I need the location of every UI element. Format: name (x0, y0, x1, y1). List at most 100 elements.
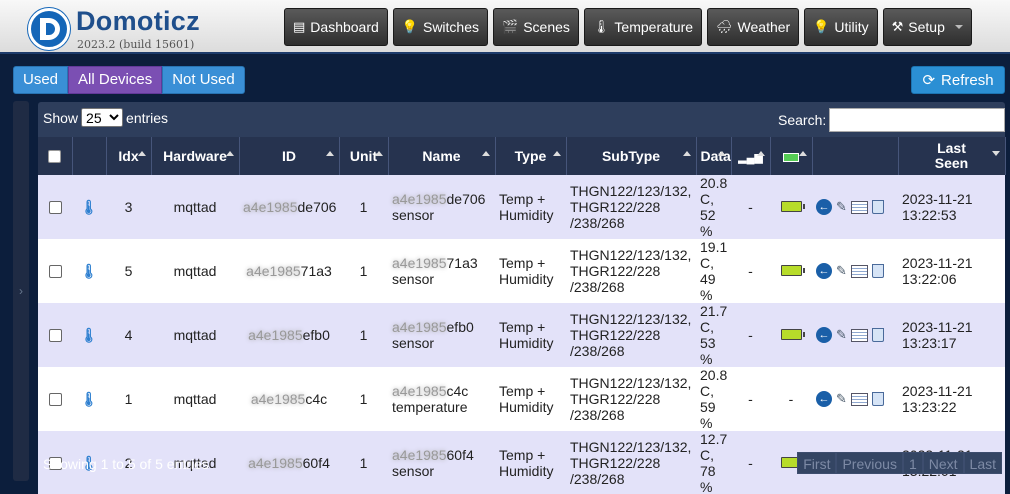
pager-next-button[interactable]: Next (922, 452, 964, 474)
pager-last-button[interactable]: Last (963, 452, 1002, 474)
nav-utility-button[interactable]: 💡 Utility (804, 8, 878, 46)
type-line-2: Humidity (499, 271, 554, 287)
last-seen-header[interactable]: Last Seen (898, 137, 1006, 175)
nav-label: Weather (737, 19, 791, 35)
data-line-2: C, 49 (700, 255, 716, 287)
delete-icon[interactable] (871, 392, 884, 406)
actions-cell: ←✎ (812, 239, 898, 303)
thermometer-icon: 🌡 (80, 199, 98, 215)
search-input[interactable] (829, 108, 1006, 132)
row-select-cell[interactable] (38, 239, 72, 303)
name-suffix: temperature (392, 399, 468, 415)
pager-1-button[interactable]: 1 (902, 452, 923, 474)
main-nav: ▤ Dashboard 💡 Switches 🎬 Scenes 🌡 Temperature 🌧 W… (284, 8, 972, 46)
nav-switches-button[interactable]: 💡 Switches (392, 8, 489, 46)
nav-weather-button[interactable]: 🌧 Weather (707, 8, 800, 46)
table-row[interactable]: 🌡 1 mqttad a4e1985c4c 1 a4e1985c4c temperature… (38, 367, 1005, 431)
name-cell: a4e1985efb0 sensor (388, 303, 495, 367)
name-redacted: a4e1985 (392, 319, 447, 335)
id-header[interactable]: ID (239, 137, 340, 175)
battery-icon (780, 265, 805, 276)
filter-not-used-button[interactable]: Not Used (162, 66, 245, 94)
pager-first-button[interactable]: First (797, 452, 837, 474)
battery-value: - (788, 391, 794, 407)
replace-icon[interactable]: ← (816, 263, 832, 279)
type-line-2: Humidity (499, 399, 554, 415)
signal-header[interactable]: ▂▄▆ (731, 137, 771, 175)
idx-header[interactable]: Idx (106, 137, 152, 175)
delete-icon[interactable] (871, 264, 884, 278)
battery-cell (770, 175, 812, 239)
table-row[interactable]: 🌡 3 mqttad a4e1985de706 1 a4e1985de706 sensor T… (38, 175, 1005, 239)
edit-icon[interactable]: ✎ (836, 327, 847, 343)
pager-previous-button[interactable]: Previous (836, 452, 903, 474)
top-bar: Domoticz 2023.2 (build 15601) ▤ Dashboard… (0, 0, 1010, 54)
type-header[interactable]: Type (495, 137, 567, 175)
nav-temperature-button[interactable]: 🌡 Temperature (583, 8, 703, 46)
refresh-button[interactable]: ⟳ Refresh (911, 66, 1005, 94)
last-seen-cell: 2023-11-21 13:23:17 (898, 303, 1005, 367)
app-name: Domoticz (76, 6, 200, 36)
edit-icon[interactable]: ✎ (836, 199, 847, 215)
row-checkbox[interactable] (48, 328, 62, 342)
subtype-header[interactable]: SubType (566, 137, 697, 175)
hardware-cell: mqttad (151, 175, 239, 239)
id-value: 71a3 (300, 263, 332, 279)
thermometer-icon: 🌡 (592, 19, 610, 34)
edit-icon[interactable]: ✎ (836, 391, 847, 407)
last-seen-cell: 2023-11-21 13:22:53 (898, 175, 1005, 239)
data-cell: 20.8 C, 52% (696, 175, 731, 239)
log-icon[interactable] (850, 264, 868, 278)
name-header[interactable]: Name (388, 137, 496, 175)
thermometer-icon: 🌡 (80, 263, 98, 279)
battery-header[interactable] (770, 137, 813, 175)
unit-header[interactable]: Unit (339, 137, 389, 175)
data-line-2: C, 52 (700, 191, 716, 223)
filter-used-button[interactable]: Used (13, 66, 69, 94)
signal-value: - (748, 199, 753, 215)
signal-value: - (748, 327, 753, 343)
replace-icon[interactable]: ← (816, 199, 832, 215)
table-row[interactable]: 🌡 4 mqttad a4e1985efb0 1 a4e1985efb0 sensor Tem… (38, 303, 1005, 367)
data-cell: 20.8 C, 59% (696, 367, 731, 431)
entries-select[interactable]: 25 (81, 108, 124, 127)
table-row[interactable]: 🌡 5 mqttad a4e198571a3 1 a4e198571a3 sensor Tem… (38, 239, 1005, 303)
log-icon[interactable] (850, 392, 868, 406)
log-icon[interactable] (850, 200, 868, 214)
select-all-header[interactable] (38, 137, 73, 175)
data-line-3: % (700, 223, 713, 239)
edit-icon[interactable]: ✎ (836, 263, 847, 279)
log-icon[interactable] (850, 328, 868, 342)
row-checkbox[interactable] (48, 264, 62, 278)
subtype-line-3: /238/268 (570, 407, 625, 423)
data-line-1: 12.7 (700, 431, 728, 447)
row-checkbox[interactable] (48, 392, 62, 406)
signal-cell: - (731, 239, 770, 303)
delete-icon[interactable] (871, 328, 884, 342)
replace-icon[interactable]: ← (816, 391, 832, 407)
row-select-cell[interactable] (38, 303, 72, 367)
nav-setup-button[interactable]: ⚒ Setup (882, 8, 972, 46)
delete-icon[interactable] (871, 200, 884, 214)
row-select-cell[interactable] (38, 367, 72, 431)
nav-dashboard-button[interactable]: ▤ Dashboard (284, 8, 388, 46)
data-line-3: % (700, 415, 713, 431)
sidebar-toggle[interactable]: › (13, 101, 29, 481)
row-checkbox[interactable] (48, 200, 62, 214)
hardware-header[interactable]: Hardware (151, 137, 240, 175)
nav-scenes-button[interactable]: 🎬 Scenes (493, 8, 579, 46)
last-seen-time: 13:22:06 (902, 271, 957, 287)
row-select-cell[interactable] (38, 175, 72, 239)
type-line-2: Humidity (499, 207, 554, 223)
select-all-checkbox[interactable] (48, 149, 62, 163)
name-redacted: a4e1985 (392, 383, 447, 399)
filter-all-devices-button[interactable]: All Devices (68, 66, 163, 94)
data-header[interactable]: Data (696, 137, 732, 175)
nav-label: Switches (422, 19, 480, 35)
domoticz-logo[interactable] (28, 8, 70, 50)
subtype-line-1: THGN122/123/132, (570, 183, 692, 199)
type-cell: Temp + Humidity (495, 239, 566, 303)
id-redacted: a4e1985 (246, 263, 301, 279)
subtype-line-2: THGR122/228 (570, 391, 661, 407)
replace-icon[interactable]: ← (816, 327, 832, 343)
